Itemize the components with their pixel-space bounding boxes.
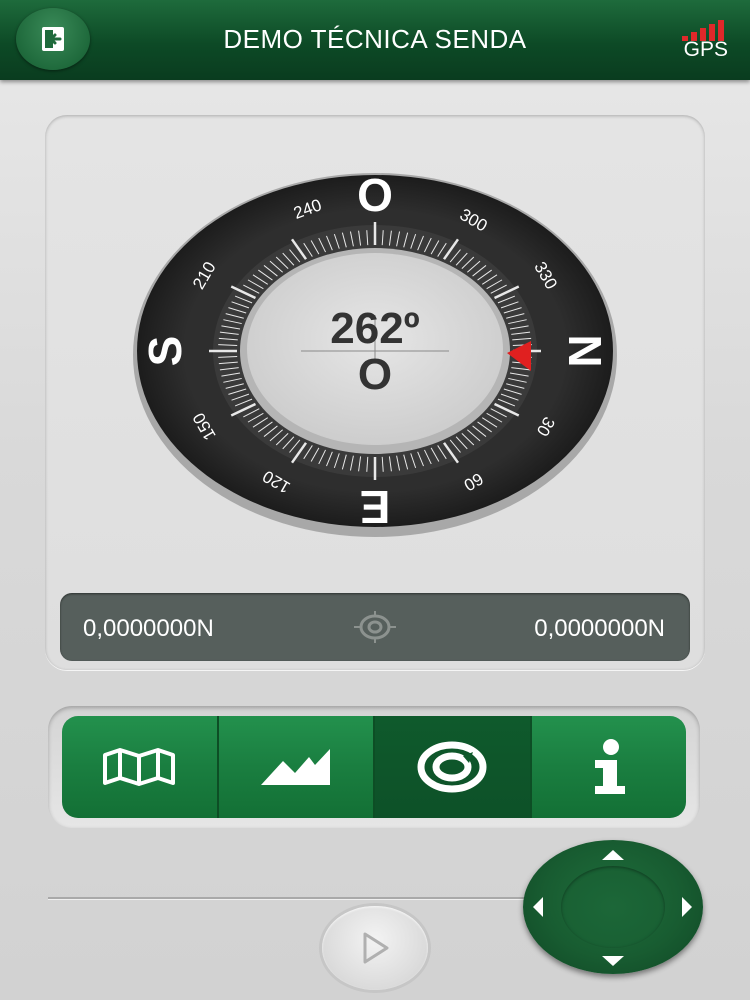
info-icon	[594, 739, 625, 794]
compass-icon	[417, 741, 487, 793]
exit-button[interactable]	[16, 8, 90, 70]
nav-terrain-button[interactable]	[218, 716, 375, 818]
nav-info-button[interactable]	[531, 716, 686, 818]
cardinal-label: S	[139, 336, 191, 367]
nav-compass-button[interactable]	[375, 716, 532, 818]
directional-pad[interactable]	[523, 840, 703, 974]
nav-map-button[interactable]	[62, 716, 219, 818]
cardinal-label: O	[357, 169, 393, 221]
cardinal-label: E	[360, 481, 391, 533]
arrow-up-icon[interactable]	[600, 848, 626, 862]
gps-label: GPS	[683, 38, 728, 61]
cardinal-label: N	[559, 334, 611, 367]
terrain-icon	[260, 749, 330, 785]
arrow-down-icon[interactable]	[600, 954, 626, 968]
divider	[48, 897, 524, 899]
app-header: DEMO TÉCNICA SENDA GPS	[0, 0, 750, 80]
app-title: DEMO TÉCNICA SENDA	[223, 24, 527, 54]
dpad-center[interactable]	[561, 866, 665, 948]
crosshair-icon[interactable]	[350, 610, 400, 644]
heading-degrees: 262º	[330, 304, 419, 353]
arrow-right-icon[interactable]	[680, 895, 694, 919]
compass-dial: 240 3003303060120150210 ONES 262º O	[133, 169, 617, 537]
longitude-value: 0,0000000N	[534, 615, 665, 642]
gps-status: GPS	[668, 14, 728, 64]
bottom-navigation	[62, 716, 686, 818]
exit-icon	[42, 27, 64, 51]
coordinates-bar: 0,0000000N 0,0000000N	[60, 593, 690, 661]
latitude-value: 0,0000000N	[83, 615, 214, 642]
navigation-tray	[48, 706, 700, 828]
compass-panel: 240 300 330 30 60 120 150 210 ONES 262º O 0,000…	[45, 115, 705, 670]
arrow-left-icon[interactable]	[531, 895, 545, 919]
heading-direction: O	[358, 350, 392, 399]
play-icon	[363, 932, 389, 964]
map-icon	[103, 748, 176, 786]
play-button[interactable]	[322, 906, 428, 990]
